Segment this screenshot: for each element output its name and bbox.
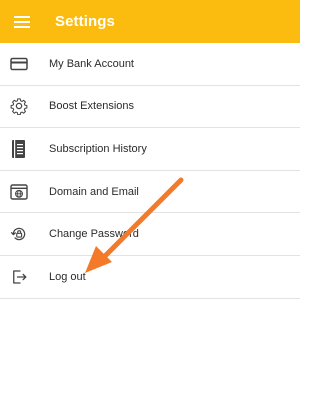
gear-icon — [0, 97, 49, 116]
settings-item-label: Boost Extensions — [49, 100, 134, 113]
page-title: Settings — [55, 13, 115, 30]
logout-icon — [0, 268, 49, 286]
settings-item-my-bank-account[interactable]: My Bank Account — [0, 43, 300, 86]
ledger-book-icon — [0, 139, 49, 159]
credit-card-icon — [0, 57, 49, 71]
settings-item-boost-extensions[interactable]: Boost Extensions — [0, 86, 300, 129]
app-bar: Settings — [0, 0, 300, 43]
settings-item-label: Subscription History — [49, 142, 147, 155]
settings-item-label: My Bank Account — [49, 57, 134, 70]
lock-reset-icon — [0, 225, 49, 243]
settings-item-log-out[interactable]: Log out — [0, 256, 300, 299]
settings-item-subscription-history[interactable]: Subscription History — [0, 128, 300, 171]
settings-item-label: Log out — [49, 270, 86, 283]
settings-item-label: Change Password — [49, 228, 139, 241]
settings-item-domain-and-email[interactable]: Domain and Email — [0, 171, 300, 214]
settings-item-label: Domain and Email — [49, 185, 139, 198]
settings-item-change-password[interactable]: Change Password — [0, 213, 300, 256]
browser-globe-icon — [0, 183, 49, 200]
hamburger-menu-icon[interactable] — [0, 0, 44, 43]
settings-list: My Bank Account Boost Extensions Subscri… — [0, 43, 300, 299]
